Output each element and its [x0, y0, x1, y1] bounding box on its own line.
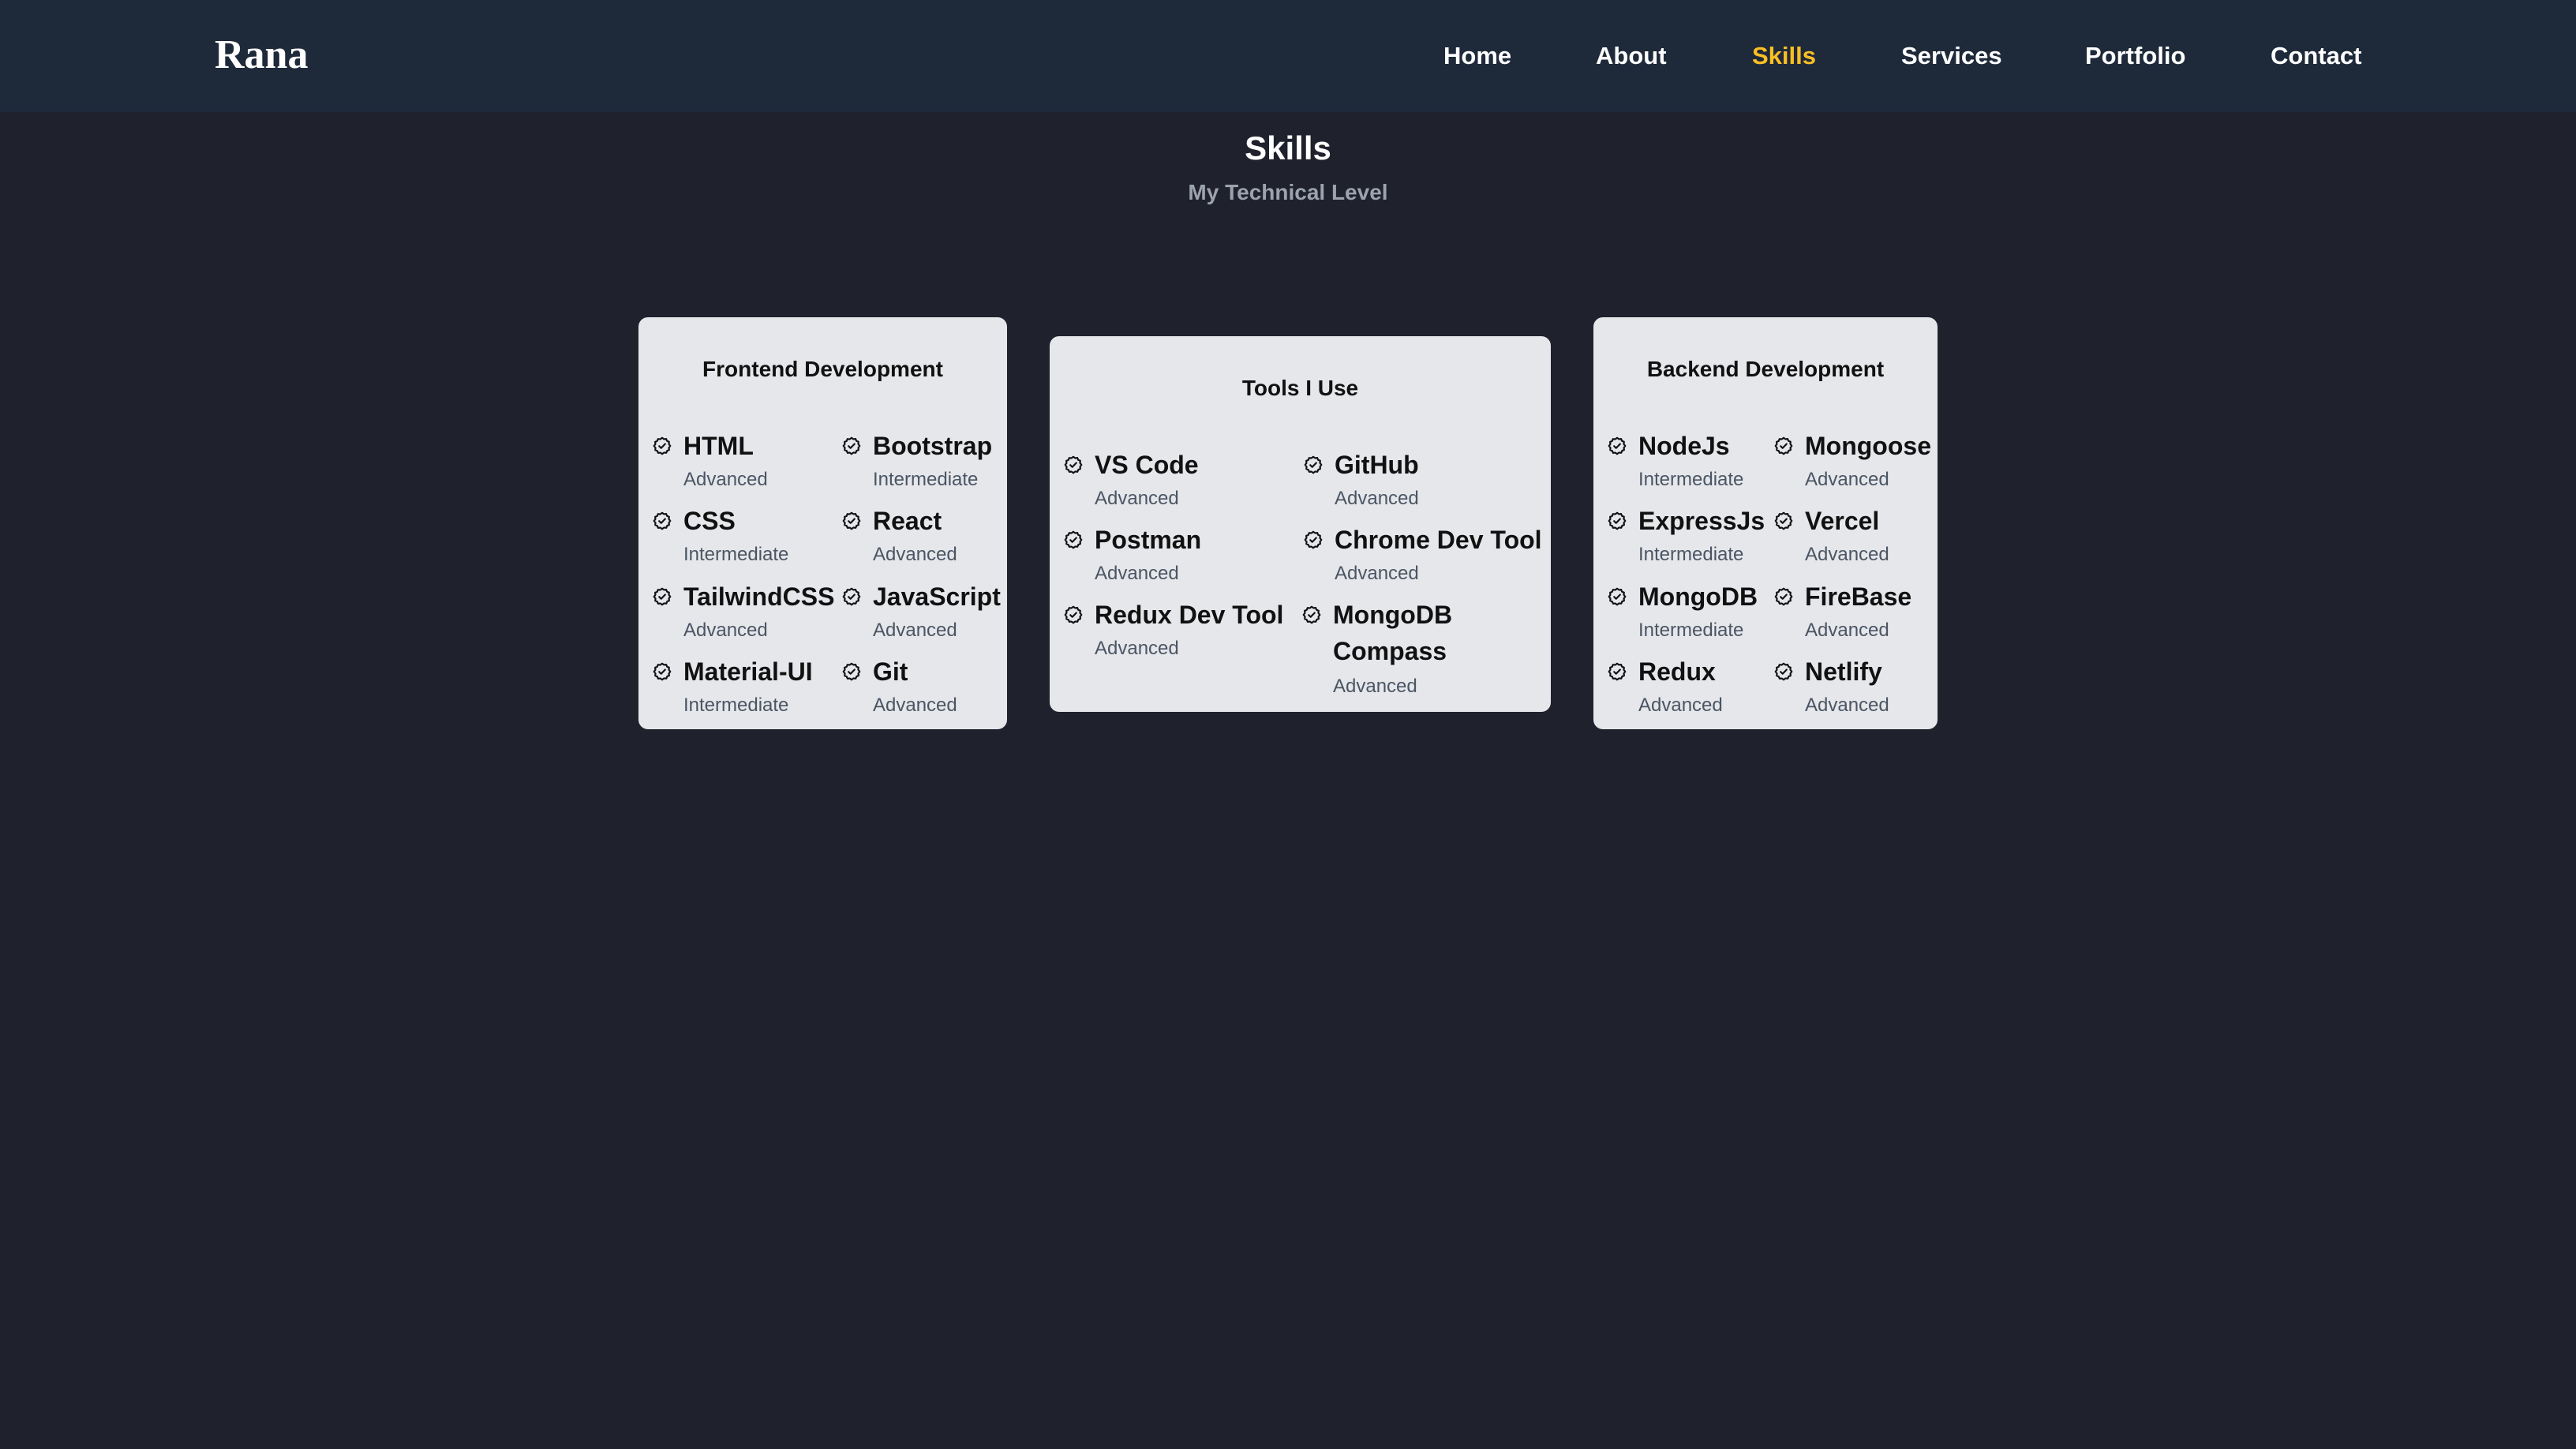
check-badge-icon — [1773, 661, 1794, 682]
skill-level: Advanced — [873, 620, 957, 641]
check-badge-icon — [1607, 511, 1627, 531]
skill-name: Netlify — [1805, 657, 1882, 686]
skill-level: Advanced — [1335, 563, 1419, 584]
skill-level: Intermediate — [1638, 544, 1744, 565]
check-badge-icon — [841, 661, 862, 682]
skill-level: Intermediate — [1638, 469, 1744, 490]
check-badge-icon — [652, 661, 672, 682]
skill-level: Intermediate — [873, 469, 979, 490]
skill-name: MongoDB — [1638, 582, 1758, 611]
check-badge-icon — [841, 436, 862, 456]
skill-level: Advanced — [1095, 563, 1179, 584]
skill-level: Intermediate — [1638, 620, 1744, 641]
skill-level: Advanced — [1805, 695, 1889, 716]
card-title: Backend Development — [1646, 357, 1885, 381]
skill-level: Advanced — [1638, 695, 1723, 716]
skill-level: Advanced — [683, 620, 768, 641]
skill-level: Advanced — [1333, 676, 1417, 697]
site-logo[interactable]: Rana — [215, 30, 308, 80]
skill-card-backend: Backend Development NodeJs Intermediate … — [1593, 317, 1938, 729]
skill-level: Advanced — [1805, 620, 1889, 641]
check-badge-icon — [1607, 586, 1627, 607]
skill-name: Git — [873, 657, 908, 686]
check-badge-icon — [652, 586, 672, 607]
skill-name: Vercel — [1805, 507, 1880, 535]
check-badge-icon — [1301, 605, 1322, 625]
skill-name: React — [873, 507, 942, 535]
skill-name: Material-UI — [683, 657, 813, 686]
check-badge-icon — [1607, 661, 1627, 682]
nav-link-contact[interactable]: Contact — [2271, 39, 2361, 73]
nav-link-skills[interactable]: Skills — [1752, 39, 1816, 73]
skill-name: FireBase — [1805, 582, 1912, 611]
skill-name: TailwindCSS — [683, 582, 835, 611]
check-badge-icon — [1773, 511, 1794, 531]
check-badge-icon — [652, 436, 672, 456]
check-badge-icon — [841, 586, 862, 607]
skill-level: Advanced — [683, 469, 768, 490]
check-badge-icon — [1773, 586, 1794, 607]
skill-card-tools: Tools I Use VS Code Advanced GitHub Adva… — [1050, 336, 1551, 712]
skill-level: Advanced — [1805, 544, 1889, 565]
check-badge-icon — [841, 511, 862, 531]
check-badge-icon — [1303, 455, 1324, 475]
skill-name: CSS — [683, 507, 736, 535]
skill-level: Advanced — [873, 544, 957, 565]
skill-level: Intermediate — [683, 544, 789, 565]
skill-name: VS Code — [1095, 451, 1199, 479]
skill-name: Postman — [1095, 526, 1202, 554]
skill-name: ExpressJs — [1638, 507, 1765, 535]
check-badge-icon — [1063, 455, 1084, 475]
check-badge-icon — [1773, 436, 1794, 456]
check-badge-icon — [1607, 436, 1627, 456]
skill-level: Advanced — [1335, 488, 1419, 509]
card-title: Tools I Use — [1241, 376, 1359, 400]
skill-name: Redux — [1638, 657, 1716, 686]
skill-level: Intermediate — [683, 695, 789, 716]
check-badge-icon — [1063, 605, 1084, 625]
skill-card-frontend: Frontend Development HTML Advanced Boots… — [638, 317, 1007, 729]
skill-name: NodeJs — [1638, 432, 1730, 460]
skill-level: Advanced — [873, 695, 957, 716]
skill-name: MongoDB Compass — [1333, 601, 1453, 665]
skill-name: Mongoose — [1805, 432, 1931, 460]
skill-level: Advanced — [1805, 469, 1889, 490]
skill-name: JavaScript — [873, 582, 1001, 611]
skill-name: Chrome Dev Tool — [1335, 526, 1542, 554]
navbar: Rana Home About Skills Services Portfoli… — [0, 0, 2576, 112]
nav-link-about[interactable]: About — [1596, 39, 1667, 73]
check-badge-icon — [1063, 530, 1084, 550]
check-badge-icon — [1303, 530, 1324, 550]
skill-name: GitHub — [1335, 451, 1419, 479]
nav-link-services[interactable]: Services — [1901, 39, 2002, 73]
card-title: Frontend Development — [702, 357, 943, 381]
skill-level: Advanced — [1095, 488, 1179, 509]
skill-name: Bootstrap — [873, 432, 993, 460]
nav-link-home[interactable]: Home — [1443, 39, 1511, 73]
section-title: Skills — [1245, 129, 1331, 167]
section-subtitle: My Technical Level — [1188, 180, 1388, 204]
skill-level: Advanced — [1095, 638, 1179, 659]
skill-name: Redux Dev Tool — [1095, 601, 1284, 629]
nav-link-portfolio[interactable]: Portfolio — [2085, 39, 2185, 73]
check-badge-icon — [652, 511, 672, 531]
skill-name: HTML — [683, 432, 754, 460]
